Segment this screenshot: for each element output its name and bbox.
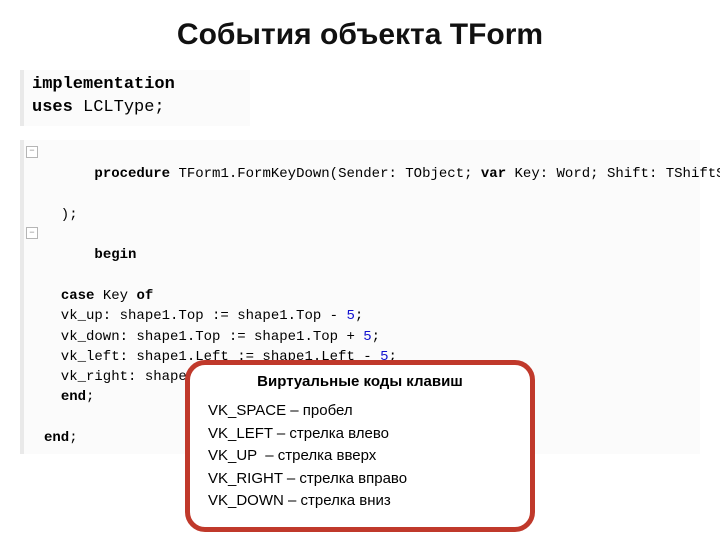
code-text: vk_down: shape1.Top := shape1.Top + <box>44 329 363 345</box>
code-line: implementation <box>32 74 240 97</box>
keyword: end <box>61 389 86 405</box>
slide: События объекта TForm implementation use… <box>0 0 720 540</box>
code-line: vk_up: shape1.Top := shape1.Top - 5; <box>30 306 692 326</box>
code-line: uses LCLType; <box>32 97 240 120</box>
keyword: procedure <box>94 166 170 182</box>
code-text <box>44 389 61 405</box>
callout-title: Виртуальные коды клавиш <box>208 373 512 390</box>
code-text: Key <box>94 288 136 304</box>
code-text <box>44 410 52 426</box>
keyword: case <box>61 288 95 304</box>
code-text: TForm1.FormKeyDown(Sender: TObject; <box>170 166 481 182</box>
code-text: ; <box>69 430 77 446</box>
code-line: −procedure TForm1.FormKeyDown(Sender: TO… <box>30 144 692 205</box>
code-text: Key: Word; Shift: TShiftState <box>506 166 720 182</box>
code-text <box>44 288 61 304</box>
callout-line: VK_UP – стрелка вверх <box>208 445 512 468</box>
fold-minus-icon: − <box>26 146 38 158</box>
code-line: case Key of <box>30 286 692 306</box>
keyword: begin <box>94 247 136 263</box>
callout-line: VK_RIGHT – стрелка вправо <box>208 468 512 491</box>
callout-line: VK_LEFT – стрелка влево <box>208 423 512 446</box>
keyword: end <box>44 430 69 446</box>
title-prefix: События объекта <box>177 18 450 51</box>
callout-line: VK_DOWN – стрелка вниз <box>208 490 512 513</box>
title-suffix: TForm <box>450 18 543 51</box>
keyword: of <box>136 288 153 304</box>
callout-panel: Виртуальные коды клавиш VK_SPACE – пробе… <box>185 360 535 532</box>
keyword: implementation <box>32 75 175 94</box>
code-line: vk_down: shape1.Top := shape1.Top + 5; <box>30 327 692 347</box>
code-text: LCLType; <box>73 98 165 117</box>
code-line: ); <box>30 205 692 225</box>
keyword: uses <box>32 98 73 117</box>
fold-minus-icon: − <box>26 227 38 239</box>
slide-title: События объекта TForm <box>20 18 700 52</box>
code-text: ); <box>44 207 78 223</box>
code-text: ; <box>86 389 94 405</box>
code-line: −begin <box>30 225 692 286</box>
number-literal: 5 <box>363 329 371 345</box>
code-text: ; <box>372 329 380 345</box>
keyword: var <box>481 166 506 182</box>
number-literal: 5 <box>346 308 354 324</box>
code-block-implementation: implementation uses LCLType; <box>20 70 250 126</box>
callout-line: VK_SPACE – пробел <box>208 400 512 423</box>
code-text: vk_up: shape1.Top := shape1.Top - <box>44 308 346 324</box>
code-text: ; <box>355 308 363 324</box>
